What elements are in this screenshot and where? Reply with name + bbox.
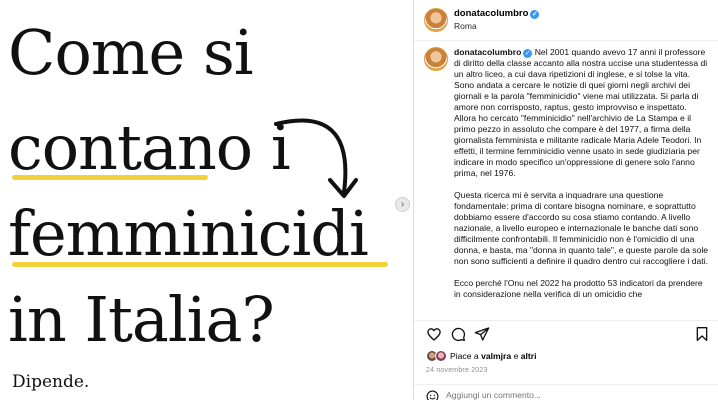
post-subline: Dipende. [12,372,90,392]
caption-area[interactable]: donatacolumbro ✓ Nel 2001 quando avevo 17… [414,42,718,317]
bookmark-icon[interactable] [694,326,710,342]
next-slide-button[interactable]: › [395,197,410,212]
likes-prefix: Piace a [450,351,479,361]
headline-line-4: in Italia? [8,283,275,356]
heart-icon[interactable] [426,326,442,342]
highlight-underline-2 [12,262,388,267]
emoji-icon[interactable] [426,390,439,400]
caption-paragraph: donatacolumbro ✓ Nel 2001 quando avevo 17… [454,47,709,179]
comment-box [414,384,718,400]
headline-line-2: contano i [8,111,291,184]
caption-paragraph: Ecco perché l'Onu nel 2022 ha prodotto 5… [454,278,703,299]
liker-avatar[interactable] [435,350,447,362]
verified-badge-icon: ✓ [530,10,540,19]
headline-line-1: Come si [8,16,254,89]
caption-paragraph: Questa ricerca mi è servita a inquadrare… [454,190,709,266]
share-icon[interactable] [474,326,490,342]
headline-line-3: femminicidi [8,197,369,270]
likes-connector: e [513,351,519,361]
comment-input[interactable] [446,389,676,400]
comment-icon[interactable] [450,326,466,342]
header-username[interactable]: donatacolumbro ✓ [454,8,540,19]
likes-text: Piace a valmjra e altri [450,351,537,361]
caption-text-1: Nel 2001 quando avevo 17 anni il profess… [454,47,708,178]
liker-username[interactable]: valmjra [481,351,511,361]
caption-avatar[interactable] [424,47,448,71]
likes-others-link[interactable]: altri [521,351,537,361]
curved-arrow-icon [274,118,358,198]
post-header: donatacolumbro ✓ Roma [414,0,718,41]
post-image: Come si contano i femminicidi in Italia?… [0,0,412,400]
verified-badge-icon: ✓ [523,49,533,58]
post-date[interactable]: 24 novembre 2023 [426,367,488,374]
post-location[interactable]: Roma [454,21,477,31]
header-username-text[interactable]: donatacolumbro [454,8,528,19]
highlight-underline-1 [12,175,208,180]
action-bar [414,320,718,344]
post-side-panel: donatacolumbro ✓ Roma donatacolumbro ✓ Nel… [413,0,718,400]
caption-username[interactable]: donatacolumbro [454,47,521,57]
avatar[interactable] [424,8,448,32]
post-caption: donatacolumbro ✓ Nel 2001 quando avevo 17… [454,47,709,311]
